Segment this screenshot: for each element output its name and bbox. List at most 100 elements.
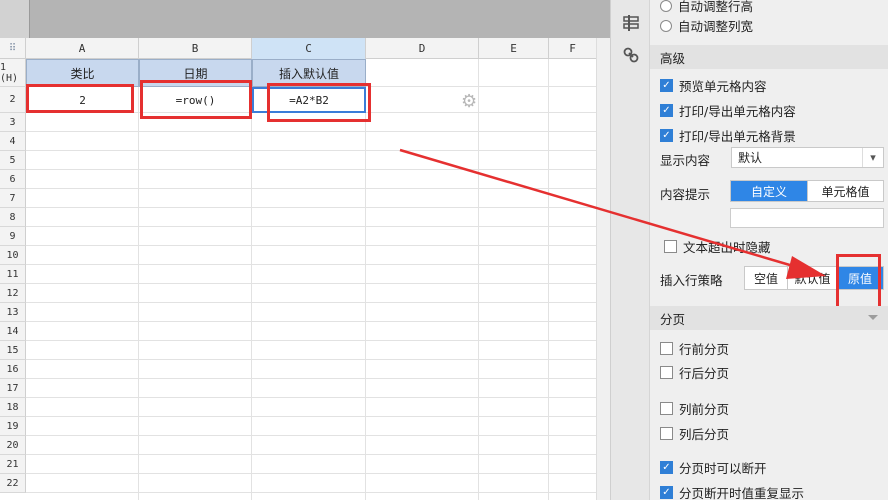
display-content-select[interactable]: 默认 ▾ <box>731 147 884 168</box>
checkbox-label: 列后分页 <box>679 427 730 442</box>
tooltip-custom-option[interactable]: 自定义 <box>731 181 807 201</box>
link-icon[interactable] <box>621 46 641 66</box>
checkbox-print-background[interactable]: ✓ 打印/导出单元格背景 <box>660 126 796 145</box>
insert-empty-option[interactable]: 空值 <box>745 267 787 289</box>
grid-line <box>26 207 610 208</box>
checkbox-label: 行后分页 <box>679 366 730 381</box>
toolbar-left-handle <box>0 0 30 38</box>
grid-line <box>26 359 610 360</box>
checkbox-unchecked-icon[interactable] <box>664 240 677 253</box>
checkbox-break-after-col[interactable]: 列后分页 <box>660 424 729 443</box>
section-header-advanced[interactable]: 高级 <box>650 45 888 69</box>
grid-line <box>26 302 610 303</box>
insert-default-option[interactable]: 默认值 <box>787 267 837 289</box>
row-header[interactable]: 1 (H) <box>0 59 26 87</box>
row-header[interactable]: 3 <box>0 113 26 132</box>
checkbox-hide-overflow[interactable]: 文本超出时隐藏 <box>664 237 771 256</box>
row-header[interactable]: 2 <box>0 87 26 113</box>
row-header[interactable]: 22 <box>0 474 26 493</box>
row-header[interactable]: 8 <box>0 208 26 227</box>
checkbox-break-before-col[interactable]: 列前分页 <box>660 399 729 418</box>
grid-line <box>26 492 610 493</box>
row-header[interactable]: 20 <box>0 436 26 455</box>
checkbox-print-content[interactable]: ✓ 打印/导出单元格内容 <box>660 101 796 120</box>
checkbox-repeat-on-break[interactable]: ✓ 分页断开时值重复显示 <box>660 483 804 500</box>
column-header-row: ⠿ A B C D E F <box>0 38 610 59</box>
section-header-pagination[interactable]: 分页 <box>650 306 888 330</box>
radio-auto-col-width[interactable]: 自动调整列宽 <box>660 16 753 35</box>
annotation-box-a2 <box>26 84 134 113</box>
checkbox-unchecked-icon[interactable] <box>660 366 673 379</box>
select-all-corner[interactable]: ⠿ <box>0 38 26 59</box>
grid-line <box>251 59 252 500</box>
tooltip-cell-value-option[interactable]: 单元格值 <box>807 181 883 201</box>
checkbox-checked-icon[interactable]: ✓ <box>660 486 673 499</box>
collapse-triangle-icon[interactable] <box>868 315 878 320</box>
row-header[interactable]: 7 <box>0 189 26 208</box>
checkbox-preview-content[interactable]: ✓ 预览单元格内容 <box>660 76 767 95</box>
grid-line <box>26 169 610 170</box>
field-label: 内容提示 <box>660 187 711 202</box>
column-header-f[interactable]: F <box>549 38 596 59</box>
grid-line <box>365 59 366 500</box>
radio-icon[interactable] <box>660 0 672 12</box>
row-header[interactable]: 15 <box>0 341 26 360</box>
checkbox-checked-icon[interactable]: ✓ <box>660 129 673 142</box>
row-header[interactable]: 17 <box>0 379 26 398</box>
checkbox-break-before-row[interactable]: 行前分页 <box>660 339 729 358</box>
column-header-c[interactable]: C <box>252 38 366 59</box>
grid-line <box>26 321 610 322</box>
side-icon-strip <box>610 0 650 500</box>
column-header-a[interactable]: A <box>26 38 139 59</box>
row-header[interactable]: 14 <box>0 322 26 341</box>
section-title: 分页 <box>660 311 686 327</box>
radio-label: 自动调整列宽 <box>678 19 754 34</box>
row-header[interactable]: 5 <box>0 151 26 170</box>
row-header[interactable]: 21 <box>0 455 26 474</box>
checkbox-break-after-row[interactable]: 行后分页 <box>660 363 729 382</box>
checkbox-unchecked-icon[interactable] <box>660 342 673 355</box>
row-header[interactable]: 19 <box>0 417 26 436</box>
grid-line <box>26 454 610 455</box>
vertical-scrollbar[interactable] <box>596 38 610 500</box>
checkbox-can-break[interactable]: ✓ 分页时可以断开 <box>660 458 767 477</box>
grid-line <box>478 59 479 500</box>
radio-auto-row-height[interactable]: 自动调整行高 <box>660 0 753 15</box>
row-header[interactable]: 4 <box>0 132 26 151</box>
row-header[interactable]: 10 <box>0 246 26 265</box>
tooltip-text-input[interactable] <box>730 208 884 228</box>
row-header[interactable]: 13 <box>0 303 26 322</box>
checkbox-label: 文本超出时隐藏 <box>683 240 771 255</box>
cell-a1[interactable]: 类比 <box>26 59 139 87</box>
row-header[interactable]: 6 <box>0 170 26 189</box>
grid-line <box>26 283 610 284</box>
insert-strategy-label: 插入行策略 <box>660 270 723 289</box>
grid-line <box>26 188 610 189</box>
checkbox-label: 预览单元格内容 <box>679 79 767 94</box>
grid-line <box>26 150 610 151</box>
row-header[interactable]: 12 <box>0 284 26 303</box>
grid-line <box>26 264 610 265</box>
checkbox-checked-icon[interactable]: ✓ <box>660 461 673 474</box>
annotation-box-b2 <box>140 80 252 119</box>
row-header[interactable]: 9 <box>0 227 26 246</box>
radio-icon[interactable] <box>660 19 672 32</box>
checkbox-unchecked-icon[interactable] <box>660 402 673 415</box>
column-header-b[interactable]: B <box>139 38 252 59</box>
grid-line <box>26 340 610 341</box>
row-header[interactable]: 11 <box>0 265 26 284</box>
column-header-e[interactable]: E <box>479 38 549 59</box>
row-header[interactable]: 18 <box>0 398 26 417</box>
checkbox-checked-icon[interactable]: ✓ <box>660 79 673 92</box>
checkbox-label: 行前分页 <box>679 342 730 357</box>
grid-line <box>26 245 610 246</box>
display-content-label: 显示内容 <box>660 150 710 169</box>
row-header[interactable]: 16 <box>0 360 26 379</box>
chevron-down-icon[interactable]: ▾ <box>862 148 883 167</box>
checkbox-checked-icon[interactable]: ✓ <box>660 104 673 117</box>
gear-icon[interactable]: ⚙ <box>461 93 479 111</box>
cell-attribute-icon[interactable] <box>621 14 641 34</box>
checkbox-unchecked-icon[interactable] <box>660 427 673 440</box>
column-header-d[interactable]: D <box>366 38 479 59</box>
grid-line <box>26 378 610 379</box>
